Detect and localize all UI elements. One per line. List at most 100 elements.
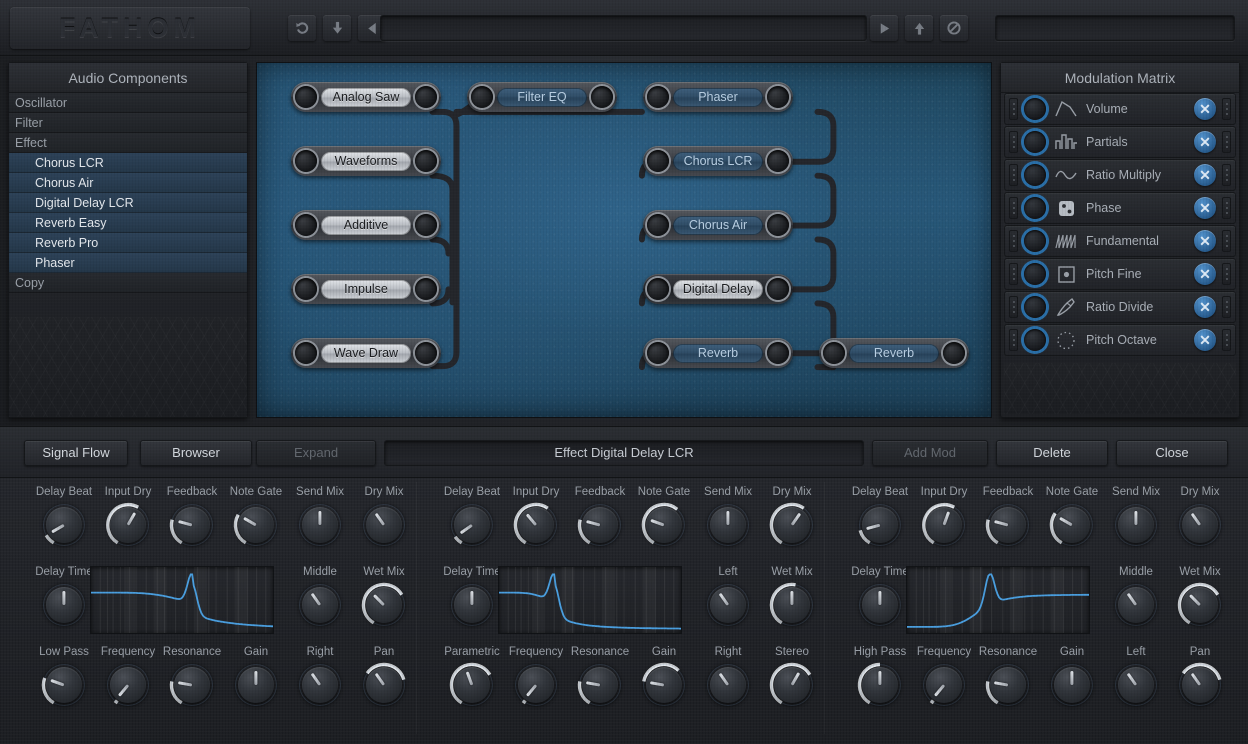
mod-row-pitch-octave[interactable]: Pitch Octave ✕ (1004, 324, 1236, 356)
mod-row-partials[interactable]: Partials ✕ (1004, 126, 1236, 158)
knob-gain[interactable] (232, 661, 280, 709)
mod-remove-button[interactable]: ✕ (1194, 164, 1216, 186)
toolbar-display-field[interactable] (380, 15, 867, 41)
sidebar-item-chorus-air[interactable]: Chorus Air (9, 173, 247, 193)
eq-curve-display[interactable] (906, 566, 1090, 634)
node-output-port[interactable] (415, 150, 437, 172)
node-output-port[interactable] (767, 150, 789, 172)
disable-icon[interactable] (940, 15, 968, 41)
node-chorus-air[interactable]: Chorus Air (643, 210, 793, 240)
node-output-port[interactable] (767, 278, 789, 300)
knob-note-gate[interactable] (640, 501, 688, 549)
node-input-port[interactable] (295, 86, 317, 108)
mod-row-phase[interactable]: Phase ✕ (1004, 192, 1236, 224)
node-input-port[interactable] (471, 86, 493, 108)
mod-remove-button[interactable]: ✕ (1194, 98, 1216, 120)
knob-delay-time[interactable] (40, 581, 88, 629)
knob-gain[interactable] (640, 661, 688, 709)
node-input-port[interactable] (647, 342, 669, 364)
editor-title-field[interactable]: Effect Digital Delay LCR (384, 440, 864, 466)
knob-wet-mix[interactable] (360, 581, 408, 629)
sidebar-item-effect[interactable]: Effect (9, 133, 247, 153)
mod-drag-handle-left[interactable] (1009, 329, 1018, 351)
node-phaser[interactable]: Phaser (643, 82, 793, 112)
mod-amount-knob[interactable] (1024, 263, 1046, 285)
mod-drag-handle-right[interactable] (1222, 197, 1231, 219)
knob-parametric[interactable] (448, 661, 496, 709)
node-input-port[interactable] (823, 342, 845, 364)
knob-pan[interactable] (1176, 661, 1224, 709)
knob-middle[interactable] (1112, 581, 1160, 629)
sidebar-item-reverb-pro[interactable]: Reverb Pro (9, 233, 247, 253)
node-input-port[interactable] (647, 86, 669, 108)
upload-icon[interactable] (905, 15, 933, 41)
node-output-port[interactable] (591, 86, 613, 108)
node-output-port[interactable] (415, 342, 437, 364)
node-reverb[interactable]: Reverb (819, 338, 969, 368)
knob-feedback[interactable] (984, 501, 1032, 549)
mod-drag-handle-right[interactable] (1222, 296, 1231, 318)
mod-amount-knob[interactable] (1024, 164, 1046, 186)
mod-amount-knob[interactable] (1024, 296, 1046, 318)
node-output-port[interactable] (415, 278, 437, 300)
node-output-port[interactable] (767, 86, 789, 108)
mod-drag-handle-right[interactable] (1222, 98, 1231, 120)
knob-pan[interactable] (360, 661, 408, 709)
knob-send-mix[interactable] (296, 501, 344, 549)
knob-left[interactable] (1112, 661, 1160, 709)
knob-dry-mix[interactable] (360, 501, 408, 549)
node-wave-draw[interactable]: Wave Draw (291, 338, 441, 368)
undo-icon[interactable] (288, 15, 316, 41)
knob-wet-mix[interactable] (1176, 581, 1224, 629)
knob-delay-time[interactable] (856, 581, 904, 629)
knob-dry-mix[interactable] (1176, 501, 1224, 549)
node-output-port[interactable] (415, 214, 437, 236)
mod-row-fundamental[interactable]: Fundamental ✕ (1004, 225, 1236, 257)
knob-frequency[interactable] (512, 661, 560, 709)
node-filter-eq[interactable]: Filter EQ (467, 82, 617, 112)
node-output-port[interactable] (767, 342, 789, 364)
knob-right[interactable] (704, 661, 752, 709)
node-impulse[interactable]: Impulse (291, 274, 441, 304)
mod-drag-handle-left[interactable] (1009, 98, 1018, 120)
knob-middle[interactable] (296, 581, 344, 629)
mod-drag-handle-right[interactable] (1222, 230, 1231, 252)
node-reverb[interactable]: Reverb (643, 338, 793, 368)
node-input-port[interactable] (295, 150, 317, 172)
mod-amount-knob[interactable] (1024, 98, 1046, 120)
mod-amount-knob[interactable] (1024, 131, 1046, 153)
knob-input-dry[interactable] (920, 501, 968, 549)
sidebar-item-digital-delay-lcr[interactable]: Digital Delay LCR (9, 193, 247, 213)
knob-send-mix[interactable] (704, 501, 752, 549)
mod-drag-handle-left[interactable] (1009, 296, 1018, 318)
mod-drag-handle-left[interactable] (1009, 131, 1018, 153)
signal-flow-button[interactable]: Signal Flow (24, 440, 128, 466)
knob-delay-beat[interactable] (856, 501, 904, 549)
mod-row-ratio-divide[interactable]: Ratio Divide ✕ (1004, 291, 1236, 323)
mod-drag-handle-left[interactable] (1009, 263, 1018, 285)
eq-curve-display[interactable] (498, 566, 682, 634)
mod-remove-button[interactable]: ✕ (1194, 131, 1216, 153)
knob-high-pass[interactable] (856, 661, 904, 709)
node-output-port[interactable] (767, 214, 789, 236)
knob-send-mix[interactable] (1112, 501, 1160, 549)
knob-delay-beat[interactable] (448, 501, 496, 549)
node-input-port[interactable] (295, 214, 317, 236)
knob-note-gate[interactable] (232, 501, 280, 549)
browser-button[interactable]: Browser (140, 440, 252, 466)
knob-resonance[interactable] (168, 661, 216, 709)
knob-feedback[interactable] (168, 501, 216, 549)
mod-remove-button[interactable]: ✕ (1194, 230, 1216, 252)
knob-delay-time[interactable] (448, 581, 496, 629)
node-additive[interactable]: Additive (291, 210, 441, 240)
node-input-port[interactable] (647, 214, 669, 236)
mod-amount-knob[interactable] (1024, 230, 1046, 252)
sidebar-item-chorus-lcr[interactable]: Chorus LCR (9, 153, 247, 173)
mod-row-volume[interactable]: Volume ✕ (1004, 93, 1236, 125)
download-icon[interactable] (323, 15, 351, 41)
mod-row-pitch-fine[interactable]: Pitch Fine ✕ (1004, 258, 1236, 290)
mod-drag-handle-right[interactable] (1222, 263, 1231, 285)
knob-frequency[interactable] (104, 661, 152, 709)
knob-low-pass[interactable] (40, 661, 88, 709)
preset-name-field[interactable] (995, 15, 1235, 41)
